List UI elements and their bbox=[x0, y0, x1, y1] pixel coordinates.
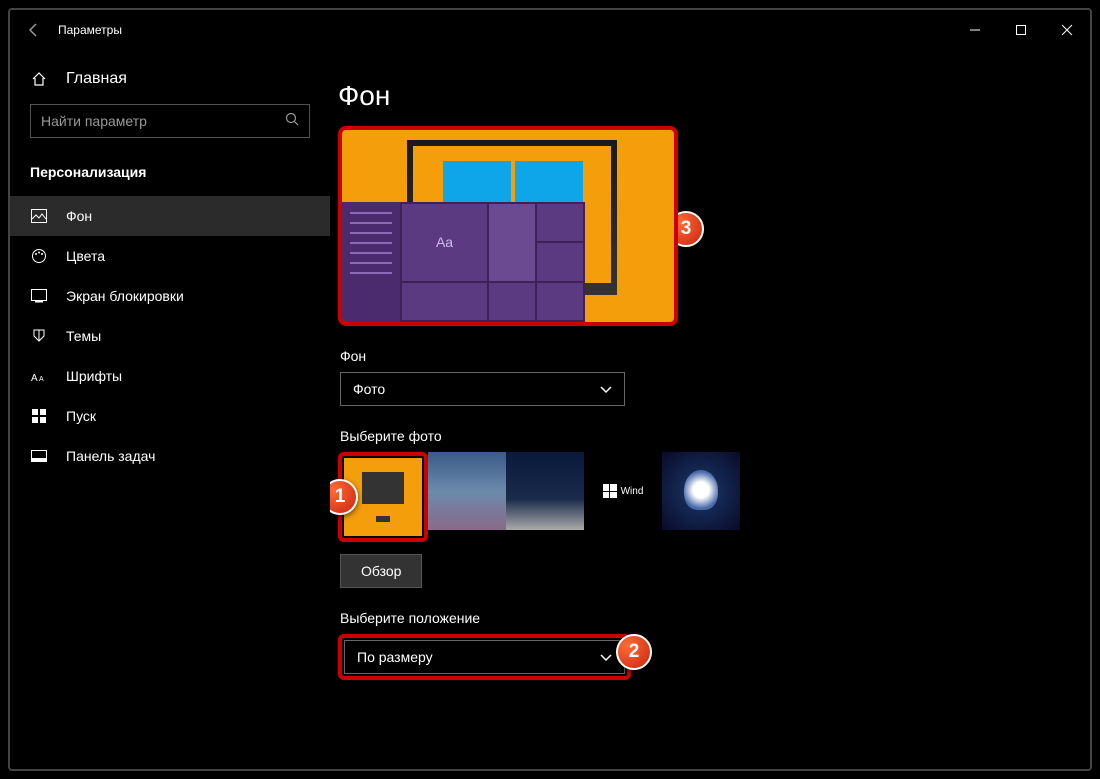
photo-thumb-2[interactable] bbox=[428, 452, 506, 530]
sidebar: Главная Персонализация Фон Цвета Экран б… bbox=[10, 50, 330, 769]
nav-item-lockscreen[interactable]: Экран блокировки bbox=[10, 276, 330, 316]
search-box[interactable] bbox=[30, 104, 310, 138]
themes-icon bbox=[30, 328, 48, 344]
settings-window: Параметры Главная Персонализация Фон bbox=[8, 8, 1092, 771]
close-button[interactable] bbox=[1044, 10, 1090, 50]
window-controls bbox=[952, 10, 1090, 50]
nav-item-colors[interactable]: Цвета bbox=[10, 236, 330, 276]
window-title: Параметры bbox=[58, 23, 122, 37]
search-input[interactable] bbox=[41, 113, 285, 129]
start-icon bbox=[30, 409, 48, 423]
dropdown-value: Фото bbox=[353, 381, 385, 397]
svg-text:A: A bbox=[31, 373, 38, 383]
home-link[interactable]: Главная bbox=[10, 60, 330, 98]
photo-thumbnails: 1 Wind bbox=[338, 452, 1090, 542]
browse-button[interactable]: Обзор bbox=[340, 554, 422, 588]
nav-label: Фон bbox=[66, 208, 92, 224]
chevron-down-icon bbox=[600, 649, 612, 665]
home-icon bbox=[30, 71, 48, 87]
nav-label: Панель задач bbox=[66, 448, 155, 464]
maximize-button[interactable] bbox=[998, 10, 1044, 50]
annotation-badge-2: 2 bbox=[616, 634, 652, 670]
minimize-button[interactable] bbox=[952, 10, 998, 50]
photo-thumb-3[interactable] bbox=[506, 452, 584, 530]
content-area: Фон 3 Aa bbox=[330, 50, 1090, 769]
nav-item-fonts[interactable]: AA Шрифты bbox=[10, 356, 330, 396]
back-button[interactable] bbox=[10, 10, 58, 50]
position-dropdown[interactable]: По размеру bbox=[344, 640, 625, 674]
home-label: Главная bbox=[66, 70, 127, 88]
titlebar: Параметры bbox=[10, 10, 1090, 50]
fonts-icon: AA bbox=[30, 369, 48, 383]
picture-icon bbox=[30, 209, 48, 223]
preview-aa-tile: Aa bbox=[402, 204, 487, 281]
chevron-down-icon bbox=[600, 381, 612, 397]
nav-item-themes[interactable]: Темы bbox=[10, 316, 330, 356]
photo-thumb-4[interactable]: Wind bbox=[584, 452, 662, 530]
lockscreen-icon bbox=[30, 289, 48, 303]
background-type-label: Фон bbox=[340, 348, 1090, 364]
nav-label: Шрифты bbox=[66, 368, 122, 384]
svg-text:A: A bbox=[39, 376, 44, 383]
taskbar-icon bbox=[30, 450, 48, 462]
background-preview: Aa bbox=[338, 126, 678, 326]
section-header: Персонализация bbox=[10, 154, 330, 196]
nav-item-taskbar[interactable]: Панель задач bbox=[10, 436, 330, 476]
choose-photo-label: Выберите фото bbox=[340, 428, 1090, 444]
nav-label: Пуск bbox=[66, 408, 96, 424]
palette-icon bbox=[30, 248, 48, 264]
dropdown-value: По размеру bbox=[357, 649, 433, 665]
nav-label: Цвета bbox=[66, 248, 105, 264]
background-type-dropdown[interactable]: Фото bbox=[340, 372, 625, 406]
nav-label: Темы bbox=[66, 328, 101, 344]
photo-thumb-5[interactable] bbox=[662, 452, 740, 530]
nav-item-background[interactable]: Фон bbox=[10, 196, 330, 236]
search-icon bbox=[285, 112, 299, 131]
nav-label: Экран блокировки bbox=[66, 288, 184, 304]
page-title: Фон bbox=[338, 80, 1090, 112]
nav-item-start[interactable]: Пуск bbox=[10, 396, 330, 436]
position-label: Выберите положение bbox=[340, 610, 1090, 626]
